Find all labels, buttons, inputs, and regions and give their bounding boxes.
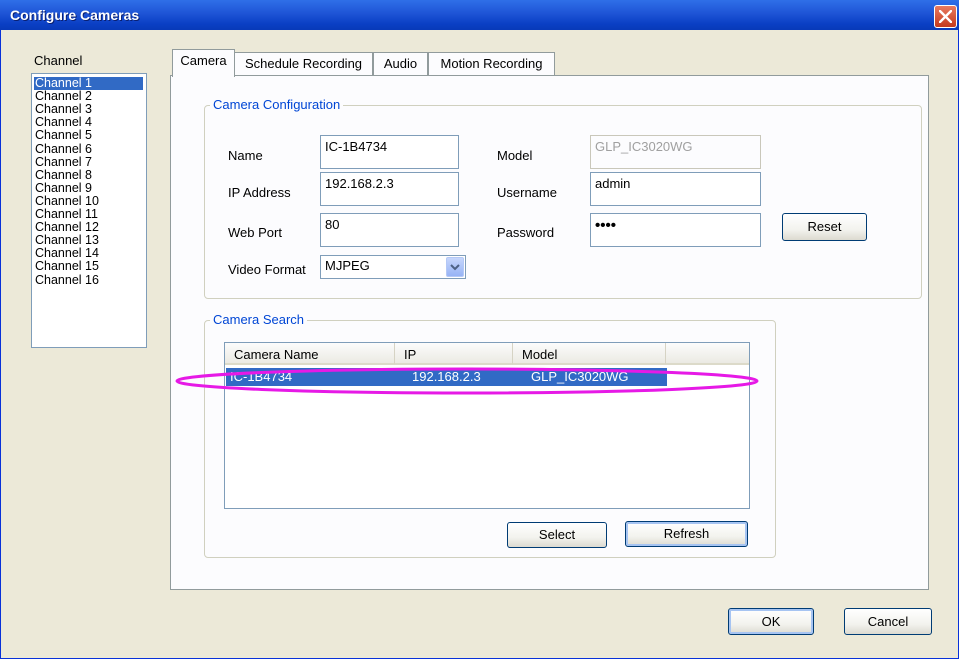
column-header-model[interactable]: Model [513,343,666,365]
video-format-value: MJPEG [325,258,370,273]
channel-list-item[interactable]: Channel 13 [34,234,143,247]
web-port-field[interactable]: 80 [320,213,459,247]
model-field: GLP_IC3020WG [590,135,761,169]
tab-audio[interactable]: Audio [373,52,428,76]
tab-camera[interactable]: Camera [172,49,235,77]
name-label: Name [228,148,263,163]
title-bar[interactable]: Configure Cameras [0,0,959,30]
camera-search-title: Camera Search [210,312,308,327]
channel-list-item[interactable]: Channel 9 [34,181,143,195]
channel-list-item[interactable]: Channel 7 [34,155,143,169]
video-format-select[interactable]: MJPEG [320,255,466,279]
channel-list-item[interactable]: Channel 5 [34,129,143,142]
channel-list-item[interactable]: Channel 12 [34,221,143,234]
ok-button[interactable]: OK [728,608,814,635]
camera-configuration-title: Camera Configuration [210,97,344,112]
column-header-camera-name[interactable]: Camera Name [225,343,395,365]
refresh-button[interactable]: Refresh [625,521,748,547]
close-button[interactable] [934,5,957,28]
model-label: Model [497,148,533,163]
username-field[interactable]: admin [590,172,761,206]
channel-list-item[interactable]: Channel 3 [34,103,143,116]
reset-button[interactable]: Reset [782,213,867,241]
channel-list-item[interactable]: Channel 14 [34,247,143,260]
password-field[interactable]: •••• [590,213,761,247]
ip-address-label: IP Address [228,185,291,200]
channel-list-item[interactable]: Channel 8 [34,168,143,182]
column-header-ip[interactable]: IP [395,343,513,365]
cancel-button[interactable]: Cancel [844,608,932,635]
password-label: Password [497,225,555,240]
channel-label: Channel [34,53,83,68]
channel-list-item[interactable]: Channel 4 [34,116,143,129]
tab-motion-recording[interactable]: Motion Recording [428,52,555,76]
tab-schedule-recording[interactable]: Schedule Recording [234,52,373,76]
channel-list-item[interactable]: Channel 16 [34,273,143,287]
channel-list[interactable]: Channel 1 Channel 2 Channel 3 Channel 4 Chan… [31,73,147,348]
channel-list-item[interactable]: Channel 2 [34,90,143,103]
highlight-ellipse [175,367,759,395]
name-field[interactable]: IC-1B4734 [320,135,459,169]
column-header-blank [666,343,749,365]
chevron-down-icon[interactable] [446,257,464,277]
ip-address-field[interactable]: 192.168.2.3 [320,172,459,206]
channel-list-item[interactable]: Channel 1 [34,77,143,90]
web-port-label: Web Port [228,225,282,240]
username-label: Username [497,185,557,200]
channel-list-item[interactable]: Channel 10 [34,194,143,208]
close-icon [939,10,952,23]
camera-configuration-group [204,105,922,299]
channel-list-item[interactable]: Channel 11 [34,208,143,221]
channel-list-item[interactable]: Channel 6 [34,142,143,156]
video-format-label: Video Format [228,262,306,277]
channel-list-item[interactable]: Channel 15 [34,260,143,273]
select-button[interactable]: Select [507,522,607,548]
window-title: Configure Cameras [10,7,140,23]
